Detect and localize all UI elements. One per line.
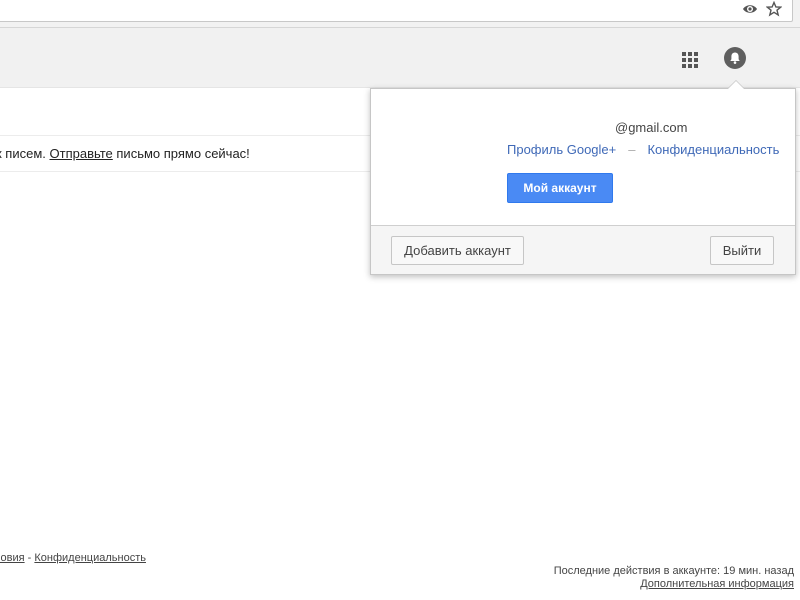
avatar-icon — [730, 52, 740, 64]
google-plus-profile-link[interactable]: Профиль Google+ — [507, 142, 616, 157]
avatar[interactable] — [724, 47, 746, 69]
details-link[interactable]: Дополнительная информация — [640, 578, 794, 590]
account-email: @gmail.com — [615, 120, 688, 135]
star-icon[interactable] — [766, 1, 782, 17]
footer-dash: - — [24, 552, 35, 564]
popup-actions: Добавить аккаунт Выйти — [371, 225, 795, 274]
popup-arrow — [727, 80, 745, 89]
apps-grid-icon[interactable] — [680, 50, 700, 70]
terms-link[interactable]: ловия — [0, 552, 25, 564]
gmail-header — [0, 28, 800, 88]
sign-out-button[interactable]: Выйти — [710, 236, 774, 265]
send-link[interactable]: Отправьте — [50, 146, 113, 161]
privacy-link[interactable]: Конфиденциальность — [647, 142, 779, 157]
empty-text-start: к писем. — [0, 146, 50, 161]
empty-text-end: письмо прямо сейчас! — [112, 146, 250, 161]
account-popup: @gmail.com Профиль Google+ – Конфиденциаль… — [370, 80, 796, 275]
add-account-button[interactable]: Добавить аккаунт — [391, 236, 524, 265]
popup-account-info: @gmail.com Профиль Google+ – Конфиденциаль… — [371, 89, 795, 225]
footer-privacy-link[interactable]: Конфиденциальность — [34, 552, 146, 564]
link-separator: – — [628, 142, 636, 157]
eye-icon[interactable] — [742, 2, 758, 16]
my-account-button[interactable]: Мой аккаунт — [507, 173, 613, 203]
address-bar[interactable] — [0, 0, 793, 22]
account-activity: Последние действия в аккаунте: 19 мин. н… — [554, 565, 794, 591]
popup-links: Профиль Google+ – Конфиденциальность — [507, 142, 779, 157]
browser-toolbar — [0, 0, 800, 28]
footer-links: ловия - Конфиденциальность — [0, 552, 146, 564]
last-activity-text: Последние действия в аккаунте: 19 мин. н… — [553, 565, 794, 577]
